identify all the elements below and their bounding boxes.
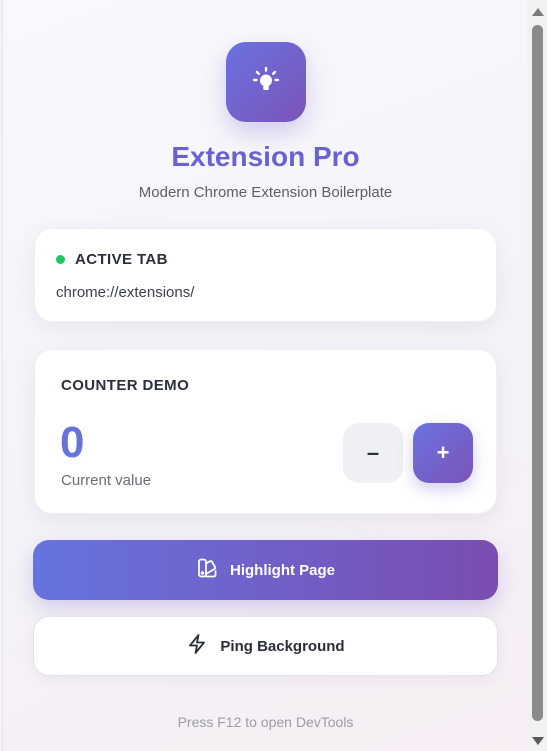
increment-button[interactable]: + — [413, 423, 473, 483]
status-dot — [56, 255, 65, 264]
scrollbar-thumb[interactable] — [532, 25, 543, 721]
scroll-down-arrow-icon[interactable] — [532, 737, 544, 745]
app-logo — [226, 42, 306, 122]
counter-value: 0 — [60, 418, 85, 467]
scrollbar[interactable] — [528, 0, 547, 751]
app-title: Extension Pro — [171, 141, 360, 172]
counter-label: COUNTER DEMO — [61, 377, 190, 394]
active-tab-card: ACTIVE TAB chrome://extensions/ — [34, 228, 497, 322]
browser-frame: Extension Pro Modern Chrome Extension Bo… — [0, 0, 547, 751]
extension-popup: Extension Pro Modern Chrome Extension Bo… — [2, 0, 527, 751]
counter-card: COUNTER DEMO 0 Current value – + — [34, 349, 497, 514]
lightning-icon — [186, 633, 208, 659]
decrement-button[interactable]: – — [343, 423, 403, 483]
active-tab-label: ACTIVE TAB — [75, 251, 168, 268]
ping-background-label: Ping Background — [220, 637, 345, 655]
highlight-page-button[interactable]: Highlight Page — [33, 540, 498, 600]
app-subtitle: Modern Chrome Extension Boilerplate — [138, 184, 393, 201]
ping-background-button[interactable]: Ping Background — [33, 616, 498, 676]
palette-swatch-icon — [196, 557, 218, 583]
counter-caption: Current value — [61, 472, 152, 489]
lightbulb-icon — [251, 65, 281, 100]
active-tab-url: chrome://extensions/ — [56, 284, 195, 301]
highlight-page-label: Highlight Page — [230, 561, 335, 579]
scroll-up-arrow-icon[interactable] — [532, 8, 544, 16]
devtools-hint: Press F12 to open DevTools — [177, 714, 354, 730]
